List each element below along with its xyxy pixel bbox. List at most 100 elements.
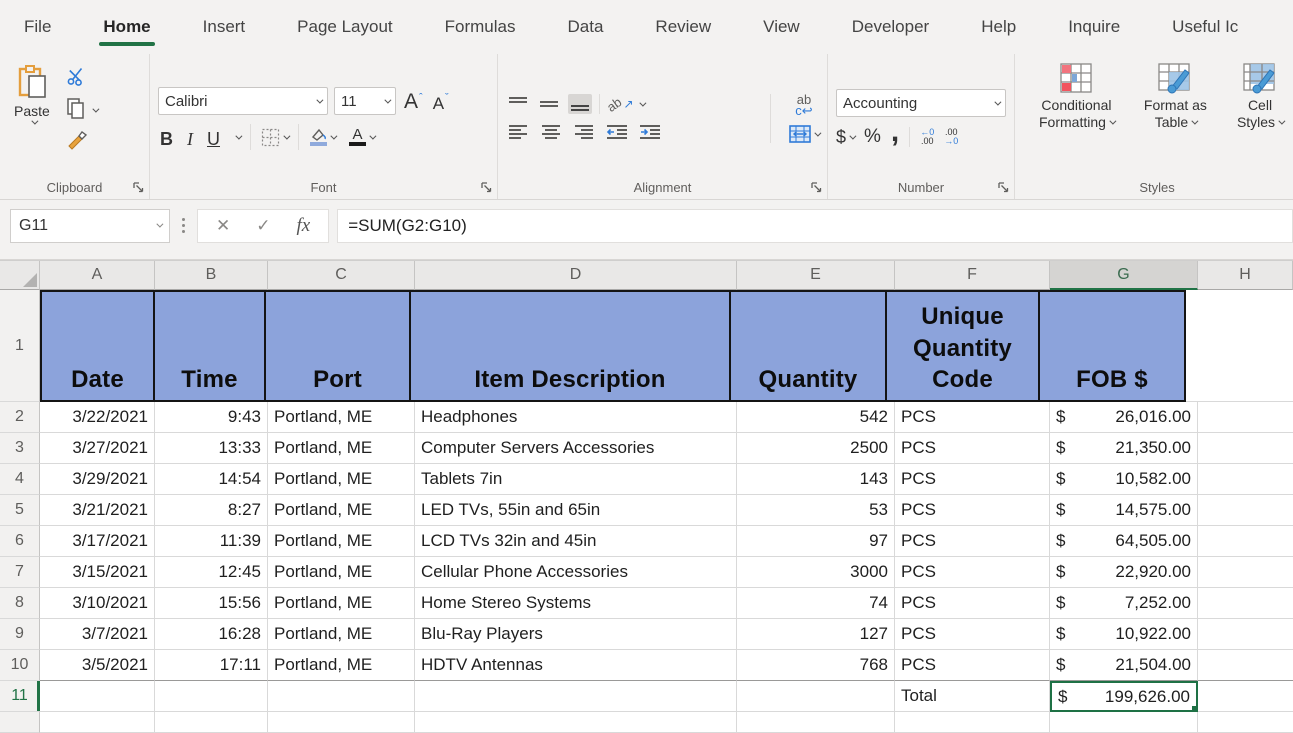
row-header-2[interactable]: 2 — [0, 402, 40, 433]
cell-f5[interactable]: PCS — [895, 495, 1050, 526]
cell-b5[interactable]: 8:27 — [155, 495, 268, 526]
cell-a3[interactable]: 3/27/2021 — [40, 433, 155, 464]
tab-home[interactable]: Home — [103, 0, 150, 54]
cell-c8[interactable]: Portland, ME — [268, 588, 415, 619]
font-size-combobox[interactable]: 11 — [334, 87, 396, 115]
percent-style-button[interactable]: % — [864, 126, 881, 148]
cell-e2[interactable]: 542 — [737, 402, 895, 433]
alignment-dialog-launcher[interactable] — [810, 181, 823, 194]
cell-d4[interactable]: Tablets 7in — [415, 464, 737, 495]
cell-a7[interactable]: 3/15/2021 — [40, 557, 155, 588]
cell-d12[interactable] — [415, 712, 737, 733]
row-header-8[interactable]: 8 — [0, 588, 40, 619]
underline-button[interactable]: U — [205, 124, 222, 150]
column-header-h[interactable]: H — [1198, 261, 1293, 290]
cell-a9[interactable]: 3/7/2021 — [40, 619, 155, 650]
increase-indent-button[interactable] — [638, 123, 662, 143]
row-header-10[interactable]: 10 — [0, 650, 40, 681]
cell-g12[interactable] — [1050, 712, 1198, 733]
cell-f10[interactable]: PCS — [895, 650, 1050, 681]
tab-data[interactable]: Data — [568, 0, 604, 54]
row-header-4[interactable]: 4 — [0, 464, 40, 495]
format-painter-button[interactable] — [66, 130, 97, 154]
cell-g5[interactable]: $14,575.00 — [1050, 495, 1198, 526]
middle-align-button[interactable] — [537, 94, 561, 114]
cell-b10[interactable]: 17:11 — [155, 650, 268, 681]
cell-h6[interactable] — [1198, 526, 1293, 557]
cell-h4[interactable] — [1198, 464, 1293, 495]
grow-font-button[interactable]: A ˆ — [402, 88, 425, 114]
number-format-combobox[interactable]: Accounting — [836, 89, 1006, 117]
accounting-format-button[interactable]: $ — [836, 127, 854, 148]
cell-c5[interactable]: Portland, ME — [268, 495, 415, 526]
cell-c4[interactable]: Portland, ME — [268, 464, 415, 495]
comma-style-button[interactable]: , — [891, 127, 899, 137]
header-cell-g1[interactable]: FOB $ — [1038, 290, 1186, 402]
cell-d8[interactable]: Home Stereo Systems — [415, 588, 737, 619]
cell-e8[interactable]: 74 — [737, 588, 895, 619]
cell-b8[interactable]: 15:56 — [155, 588, 268, 619]
wrap-text-button[interactable]: ab c↩ — [789, 94, 819, 116]
cell-b9[interactable]: 16:28 — [155, 619, 268, 650]
cell-g6[interactable]: $64,505.00 — [1050, 526, 1198, 557]
header-cell-c1[interactable]: Port — [264, 290, 411, 402]
cell-a5[interactable]: 3/21/2021 — [40, 495, 155, 526]
cell-b11[interactable] — [155, 681, 268, 712]
bold-button[interactable]: B — [158, 124, 175, 150]
cell-g10[interactable]: $21,504.00 — [1050, 650, 1198, 681]
cell-d2[interactable]: Headphones — [415, 402, 737, 433]
increase-decimal-button[interactable]: ←0 .00 — [920, 128, 934, 146]
decrease-indent-button[interactable] — [605, 123, 629, 143]
cell-h12[interactable] — [1198, 712, 1293, 733]
cell-f9[interactable]: PCS — [895, 619, 1050, 650]
cell-b12[interactable] — [155, 712, 268, 733]
cell-g8[interactable]: $7,252.00 — [1050, 588, 1198, 619]
cell-c10[interactable]: Portland, ME — [268, 650, 415, 681]
font-color-button[interactable]: A — [349, 128, 374, 146]
row-header-7[interactable]: 7 — [0, 557, 40, 588]
cut-button[interactable] — [66, 66, 97, 90]
column-header-f[interactable]: F — [895, 261, 1050, 290]
cell-f7[interactable]: PCS — [895, 557, 1050, 588]
cell-a6[interactable]: 3/17/2021 — [40, 526, 155, 557]
cell-d6[interactable]: LCD TVs 32in and 45in — [415, 526, 737, 557]
merge-center-button[interactable] — [789, 125, 819, 143]
row-header-3[interactable]: 3 — [0, 433, 40, 464]
cell-b6[interactable]: 11:39 — [155, 526, 268, 557]
cell-d5[interactable]: LED TVs, 55in and 65in — [415, 495, 737, 526]
top-align-button[interactable] — [506, 94, 530, 114]
tab-help[interactable]: Help — [981, 0, 1016, 54]
paste-button[interactable]: Paste — [8, 62, 56, 127]
cell-a12[interactable] — [40, 712, 155, 733]
column-header-g[interactable]: G — [1050, 261, 1198, 290]
tab-file[interactable]: File — [24, 0, 51, 54]
cell-h8[interactable] — [1198, 588, 1293, 619]
format-as-table-button[interactable]: Format as Table — [1136, 62, 1215, 131]
cell-f2[interactable]: PCS — [895, 402, 1050, 433]
cell-a10[interactable]: 3/5/2021 — [40, 650, 155, 681]
cell-c2[interactable]: Portland, ME — [268, 402, 415, 433]
cell-c3[interactable]: Portland, ME — [268, 433, 415, 464]
cell-e5[interactable]: 53 — [737, 495, 895, 526]
cell-c6[interactable]: Portland, ME — [268, 526, 415, 557]
active-cell-g11[interactable]: $199,626.00 — [1050, 681, 1198, 712]
clipboard-dialog-launcher[interactable] — [132, 181, 145, 194]
cell-h7[interactable] — [1198, 557, 1293, 588]
cell-b2[interactable]: 9:43 — [155, 402, 268, 433]
tab-useful-ic[interactable]: Useful Ic — [1172, 0, 1238, 54]
cell-g4[interactable]: $10,582.00 — [1050, 464, 1198, 495]
column-header-c[interactable]: C — [268, 261, 415, 290]
cell-b3[interactable]: 13:33 — [155, 433, 268, 464]
cell-d11[interactable] — [415, 681, 737, 712]
italic-button[interactable]: I — [185, 124, 195, 150]
row-header-6[interactable]: 6 — [0, 526, 40, 557]
header-cell-f1[interactable]: Unique Quantity Code — [885, 290, 1040, 402]
cell-b7[interactable]: 12:45 — [155, 557, 268, 588]
cell-h11[interactable] — [1198, 681, 1293, 712]
tab-page-layout[interactable]: Page Layout — [297, 0, 392, 54]
cell-e6[interactable]: 97 — [737, 526, 895, 557]
column-header-d[interactable]: D — [415, 261, 737, 290]
align-right-button[interactable] — [572, 123, 596, 143]
cancel-button[interactable]: ✕ — [216, 216, 230, 236]
formula-bar-separator[interactable] — [178, 218, 189, 233]
